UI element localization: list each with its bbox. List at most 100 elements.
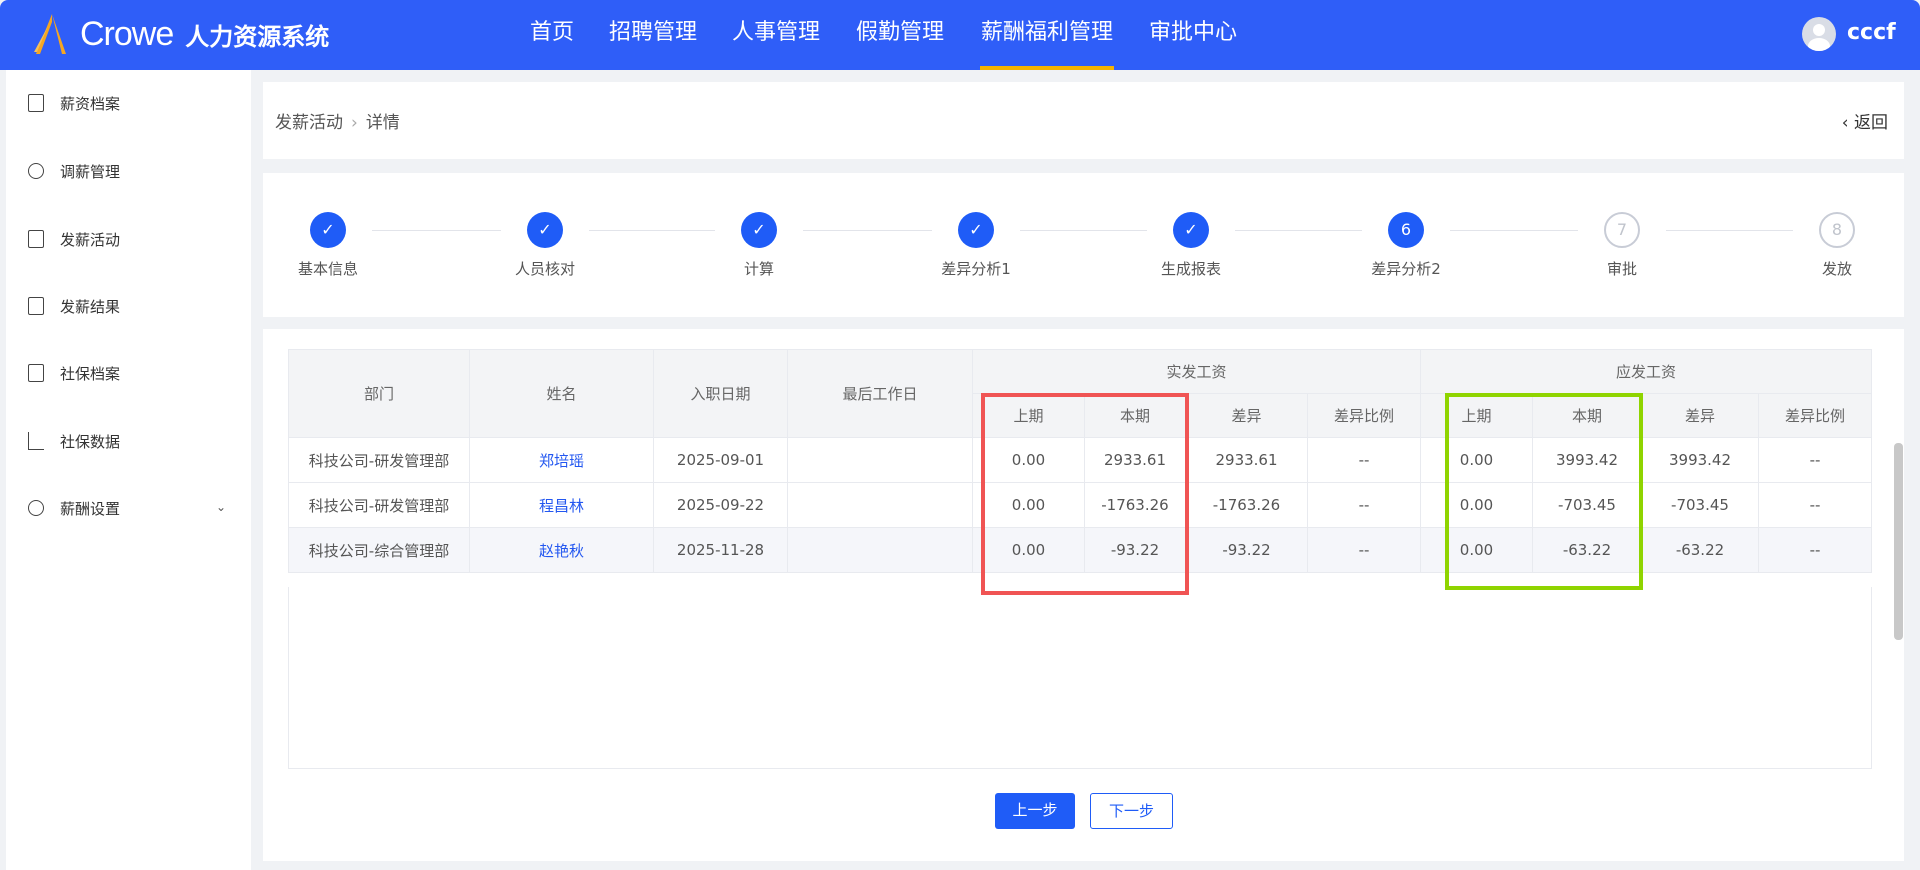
nav-approval[interactable]: 审批中心	[1149, 0, 1237, 70]
cell-p-diff: -63.22	[1641, 527, 1759, 573]
check-icon: ✓	[1173, 212, 1209, 248]
col-join-date: 入职日期	[653, 349, 788, 438]
sidebar-item-label: 发薪结果	[60, 297, 121, 316]
highlight-payable-box	[1445, 393, 1643, 590]
sidebar-item-label: 调薪管理	[60, 162, 121, 181]
table-card: 部门 姓名 入职日期 最后工作日 实发工资 应发工资 上期 本期 差异 差异比例…	[263, 329, 1904, 861]
check-clipboard-icon	[28, 297, 44, 315]
step-3: ✓ 计算	[689, 212, 829, 279]
breadcrumb-parent[interactable]: 发薪活动	[275, 113, 343, 133]
step-label: 人员核对	[514, 260, 575, 278]
chevron-left-icon: ‹	[1841, 113, 1854, 133]
cell-dept: 科技公司-研发管理部	[288, 482, 470, 528]
sidebar-item-social-files[interactable]: 社保档案	[28, 358, 120, 388]
cell-p-diff: 3993.42	[1641, 437, 1759, 483]
sidebar-item-social-data[interactable]: 社保数据	[28, 426, 120, 456]
back-button[interactable]: ‹ 返回	[1842, 108, 1888, 133]
step-label: 发放	[1821, 260, 1852, 278]
step-2: ✓ 人员核对	[475, 212, 615, 279]
file-icon	[28, 94, 44, 112]
col-last-day: 最后工作日	[787, 349, 973, 438]
system-name: 人力资源系统	[185, 22, 330, 51]
step-label: 生成报表	[1160, 260, 1221, 278]
bar-chart-icon	[28, 432, 44, 450]
cell-join-date: 2025-09-01	[653, 437, 788, 483]
crowe-logo-icon	[34, 14, 66, 54]
col-group-payable: 应发工资	[1420, 349, 1872, 394]
step-5: ✓ 生成报表	[1121, 212, 1261, 279]
top-bar: Crowe 人力资源系统 首页 招聘管理 人事管理 假勤管理 薪酬福利管理 审批…	[0, 0, 1920, 70]
step-8: 8 发放	[1767, 212, 1907, 279]
cell-join-date: 2025-11-28	[653, 527, 788, 573]
col-actual-ratio: 差异比例	[1307, 393, 1421, 438]
sidebar-item-label: 社保档案	[60, 364, 121, 383]
nav-home[interactable]: 首页	[530, 0, 574, 70]
col-payable-diff: 差异	[1641, 393, 1759, 438]
cell-p-ratio: --	[1758, 482, 1872, 528]
cell-name[interactable]: 郑培瑶	[469, 437, 654, 483]
cell-name[interactable]: 赵艳秋	[469, 527, 654, 573]
check-icon: ✓	[958, 212, 994, 248]
nav-attendance[interactable]: 假勤管理	[856, 0, 944, 70]
cell-dept: 科技公司-研发管理部	[288, 437, 470, 483]
sidebar-item-salary-adjust[interactable]: 调薪管理	[28, 156, 120, 186]
col-payable-ratio: 差异比例	[1758, 393, 1872, 438]
logo[interactable]: Crowe 人力资源系统	[28, 12, 329, 56]
step-number: 7	[1604, 212, 1640, 248]
sidebar-item-label: 发薪活动	[60, 230, 121, 249]
prev-step-button[interactable]: 上一步	[995, 793, 1075, 829]
col-actual-diff: 差异	[1185, 393, 1308, 438]
chevron-down-icon[interactable]: ⌄	[216, 500, 226, 514]
step-label: 基本信息	[297, 260, 358, 278]
step-1: ✓ 基本信息	[258, 212, 398, 279]
sidebar-item-salary-files[interactable]: 薪资档案	[28, 88, 120, 118]
brand-name: Crowe	[80, 14, 174, 53]
nav-personnel[interactable]: 人事管理	[732, 0, 820, 70]
step-7: 7 审批	[1552, 212, 1692, 279]
cell-name[interactable]: 程昌林	[469, 482, 654, 528]
nav-recruitment[interactable]: 招聘管理	[609, 0, 697, 70]
clipboard-icon	[28, 230, 44, 248]
sidebar-item-label: 薪酬设置	[60, 499, 121, 518]
step-number: 8	[1819, 212, 1855, 248]
sidebar-item-payroll-activity[interactable]: 发薪活动	[28, 224, 120, 254]
chevron-right-icon: ›	[351, 113, 358, 133]
breadcrumb-current: 详情	[365, 113, 400, 133]
step-label: 计算	[743, 260, 774, 278]
cell-last-day	[787, 482, 973, 528]
check-icon: ✓	[741, 212, 777, 248]
breadcrumb: 发薪活动 › 详情	[275, 108, 400, 133]
next-step-button[interactable]: 下一步	[1090, 793, 1173, 829]
steps: ✓ 基本信息 ✓ 人员核对 ✓ 计算 ✓ 差异分析1 ✓ 生成报表 6 差异分析2 7 审批 8 发放	[263, 212, 1904, 292]
cell-a-ratio: --	[1307, 437, 1421, 483]
cell-p-ratio: --	[1758, 437, 1872, 483]
cell-dept: 科技公司-综合管理部	[288, 527, 470, 573]
col-group-actual: 实发工资	[972, 349, 1421, 394]
step-label: 审批	[1606, 260, 1637, 278]
col-dept: 部门	[288, 349, 470, 438]
cell-p-ratio: --	[1758, 527, 1872, 573]
cell-a-diff: -93.22	[1185, 527, 1308, 573]
check-icon: ✓	[527, 212, 563, 248]
sidebar: 薪资档案 调薪管理 发薪活动 发薪结果 社保档案 社保数据 薪酬设置 ⌄	[6, 70, 251, 870]
grid-icon	[28, 364, 44, 382]
avatar[interactable]	[1802, 17, 1836, 51]
step-4: ✓ 差异分析1	[906, 212, 1046, 279]
steps-card: ✓ 基本信息 ✓ 人员核对 ✓ 计算 ✓ 差异分析1 ✓ 生成报表 6 差异分析2 7 审批 8 发放	[263, 173, 1904, 317]
check-icon: ✓	[310, 212, 346, 248]
cell-a-ratio: --	[1307, 482, 1421, 528]
step-label: 差异分析2	[1371, 260, 1441, 278]
sidebar-item-payroll-result[interactable]: 发薪结果	[28, 291, 120, 321]
scrollbar[interactable]	[1894, 443, 1903, 640]
exchange-icon	[28, 163, 44, 179]
table-empty-area	[288, 587, 1872, 769]
sidebar-item-label: 薪资档案	[60, 94, 121, 113]
col-name: 姓名	[469, 349, 654, 438]
username[interactable]: cccf	[1847, 20, 1896, 45]
breadcrumb-card: 发薪活动 › 详情 ‹ 返回	[263, 82, 1904, 159]
cell-last-day	[787, 437, 973, 483]
cell-a-diff: -1763.26	[1185, 482, 1308, 528]
sidebar-item-salary-settings[interactable]: 薪酬设置	[28, 493, 120, 523]
nav-payroll[interactable]: 薪酬福利管理	[980, 0, 1114, 70]
cell-a-diff: 2933.61	[1185, 437, 1308, 483]
